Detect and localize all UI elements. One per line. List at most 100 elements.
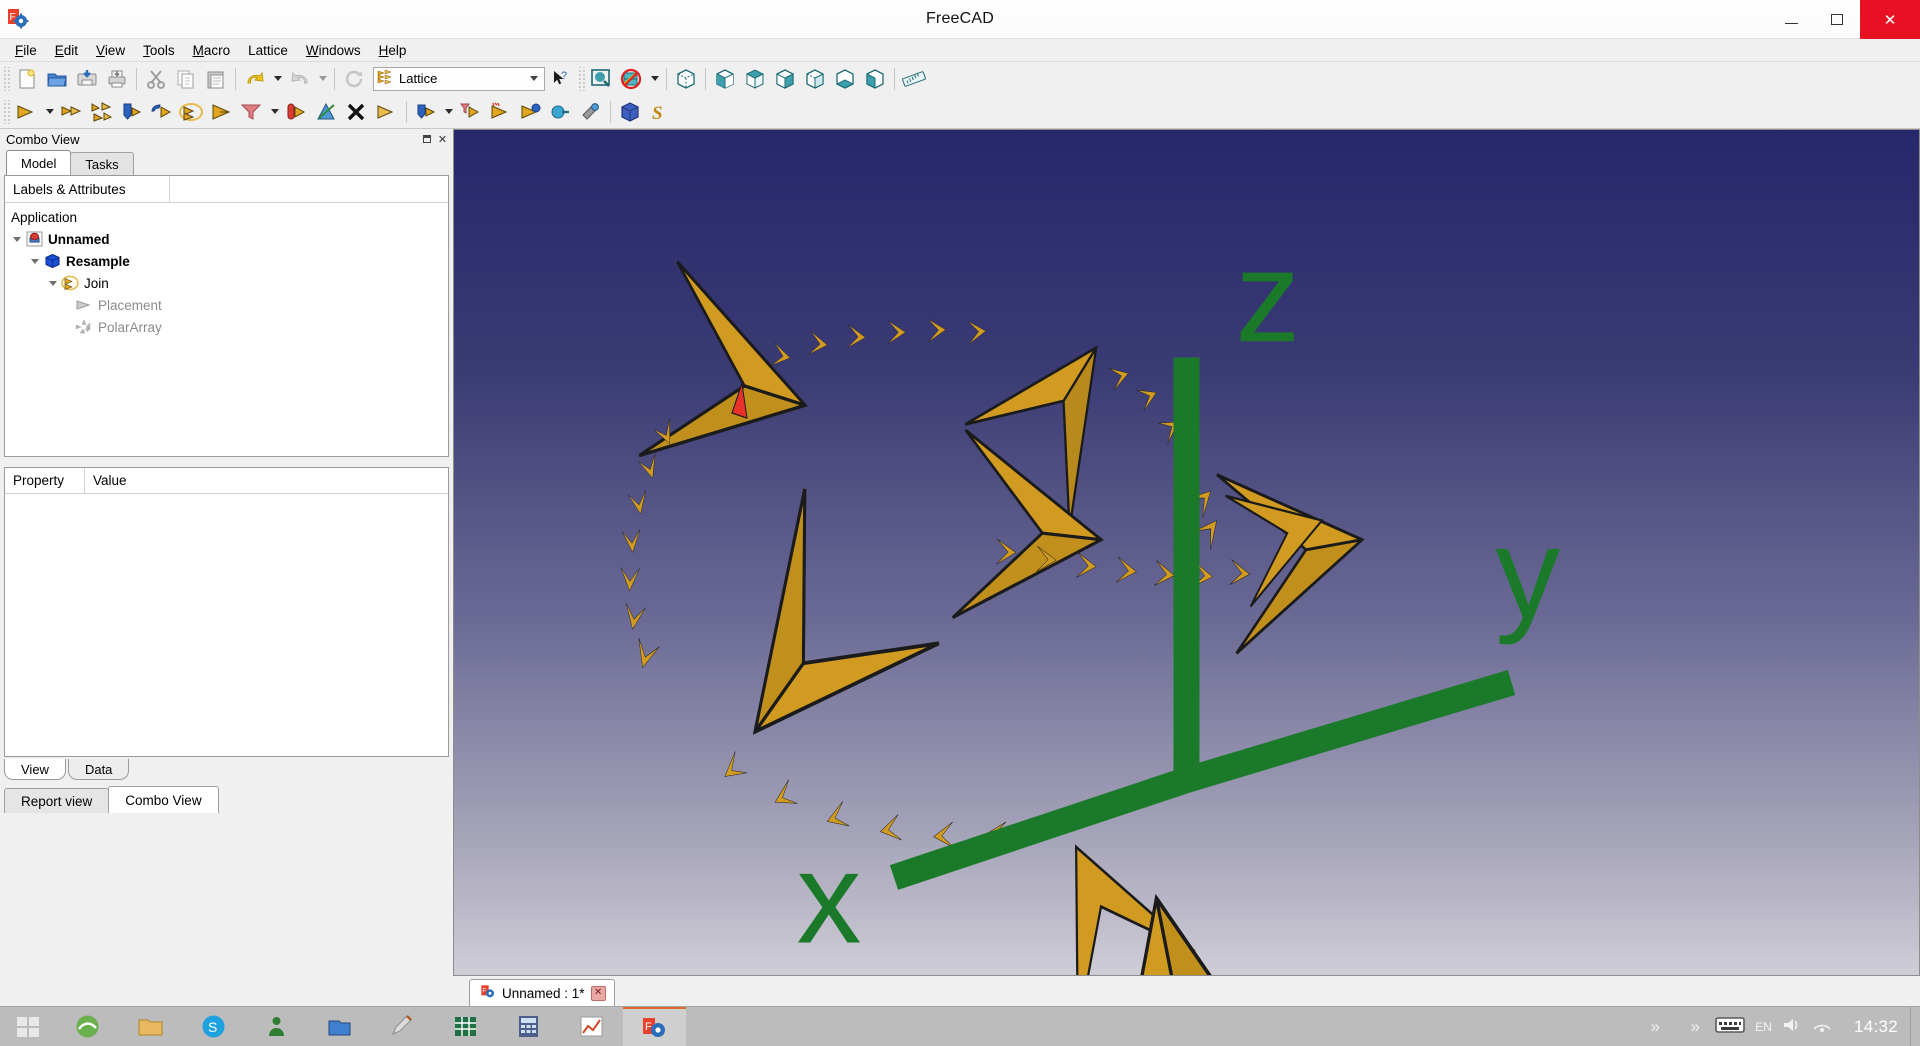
show-desktop-button[interactable] xyxy=(1910,1006,1920,1046)
restore-icon[interactable] xyxy=(420,133,433,146)
toolbar-grip[interactable] xyxy=(2,99,10,124)
new-document-icon[interactable] xyxy=(12,65,42,93)
menu-file[interactable]: File xyxy=(6,41,46,60)
cut-icon[interactable] xyxy=(141,65,171,93)
taskbar-freecad[interactable]: F xyxy=(623,1006,686,1046)
lattice-resample-icon[interactable] xyxy=(207,98,237,126)
lattice-mirror-icon[interactable] xyxy=(342,98,372,126)
lattice-attach-tool-icon[interactable] xyxy=(576,98,606,126)
lattice-filter-caret[interactable] xyxy=(267,98,282,126)
lattice-bounding-box-icon[interactable] xyxy=(486,98,516,126)
lattice-shape-info-icon[interactable] xyxy=(516,98,546,126)
chevron-down-icon[interactable] xyxy=(29,255,41,267)
paste-icon[interactable] xyxy=(201,65,231,93)
menu-view[interactable]: View xyxy=(87,41,134,60)
undo-dropdown-caret[interactable] xyxy=(270,65,285,93)
taskbar-browser[interactable] xyxy=(56,1007,119,1046)
taskbar-skype[interactable]: S xyxy=(182,1007,245,1046)
chevron-down-icon[interactable] xyxy=(530,76,538,81)
top-view-icon[interactable] xyxy=(740,65,770,93)
lattice-invert-icon[interactable] xyxy=(312,98,342,126)
menu-macro[interactable]: Macro xyxy=(184,41,240,60)
tab-report-view[interactable]: Report view xyxy=(4,788,110,813)
document-tab[interactable]: F Unnamed : 1* ✕ xyxy=(469,979,615,1006)
save-document-icon[interactable] xyxy=(72,65,102,93)
close-icon[interactable]: ✕ xyxy=(590,985,606,1001)
draw-style-icon[interactable] xyxy=(617,65,647,93)
network-icon[interactable] xyxy=(1812,1016,1832,1037)
taskbar-overflow-left[interactable]: » xyxy=(1635,1017,1675,1037)
tab-tasks[interactable]: Tasks xyxy=(70,152,134,175)
tree-item-unnamed[interactable]: Unnamed xyxy=(5,228,448,250)
refresh-icon[interactable] xyxy=(339,65,369,93)
tree-item-application[interactable]: Application xyxy=(5,206,448,228)
close-button[interactable]: ✕ xyxy=(1860,0,1920,39)
lattice-axial-array-icon[interactable] xyxy=(117,98,147,126)
tree-column-empty[interactable] xyxy=(170,176,448,202)
tab-combo-view[interactable]: Combo View xyxy=(108,786,219,813)
keyboard-icon[interactable] xyxy=(1715,1015,1746,1038)
tree-item-resample[interactable]: Resample xyxy=(5,250,448,272)
undo-icon[interactable] xyxy=(240,65,270,93)
lattice-copy-icon[interactable] xyxy=(372,98,402,126)
lattice-join-icon[interactable] xyxy=(177,98,207,126)
tab-data[interactable]: Data xyxy=(67,759,130,780)
property-rows[interactable] xyxy=(5,494,448,756)
lattice-project-icon[interactable] xyxy=(282,98,312,126)
chevron-down-icon[interactable] xyxy=(47,277,59,289)
taskbar-app-green[interactable] xyxy=(245,1007,308,1046)
taskbar-app-blue[interactable] xyxy=(308,1007,371,1046)
lattice-downgrade-caret[interactable] xyxy=(441,98,456,126)
redo-dropdown-caret[interactable] xyxy=(315,65,330,93)
right-view-icon[interactable] xyxy=(770,65,800,93)
left-view-icon[interactable] xyxy=(860,65,890,93)
measure-icon[interactable] xyxy=(899,65,929,93)
axonometric-view-icon[interactable] xyxy=(671,65,701,93)
tree-item-placement[interactable]: Placement xyxy=(5,294,448,316)
copy-icon[interactable] xyxy=(171,65,201,93)
taskbar-overflow-right[interactable]: » xyxy=(1675,1017,1715,1037)
language-indicator[interactable]: EN xyxy=(1755,1020,1772,1034)
fit-all-icon[interactable] xyxy=(587,65,617,93)
rear-view-icon[interactable] xyxy=(800,65,830,93)
toolbar-grip[interactable] xyxy=(2,66,10,91)
3d-viewport[interactable]: z y x xyxy=(453,129,1920,976)
lattice-downgrade-icon[interactable] xyxy=(411,98,441,126)
lattice-placement-icon[interactable] xyxy=(12,98,42,126)
menu-tools[interactable]: Tools xyxy=(134,41,184,60)
menu-edit[interactable]: Edit xyxy=(46,41,87,60)
minimize-button[interactable] xyxy=(1768,0,1814,39)
taskbar-excel[interactable] xyxy=(434,1007,497,1046)
front-view-icon[interactable] xyxy=(710,65,740,93)
taskbar-chart[interactable] xyxy=(560,1007,623,1046)
lattice-compound-filter-icon[interactable] xyxy=(456,98,486,126)
print-document-icon[interactable] xyxy=(102,65,132,93)
whats-this-icon[interactable]: ? xyxy=(545,65,575,93)
lattice-attach-icon[interactable] xyxy=(546,98,576,126)
taskbar-clock[interactable]: 14:32 xyxy=(1842,1017,1910,1037)
part-box-icon[interactable] xyxy=(615,98,645,126)
tree-column-labels[interactable]: Labels & Attributes xyxy=(5,176,170,202)
start-button[interactable] xyxy=(0,1007,56,1046)
workbench-selector[interactable]: Lattice xyxy=(373,66,545,91)
taskbar-folder[interactable] xyxy=(119,1007,182,1046)
tree-item-polararray[interactable]: PolarArray xyxy=(5,316,448,338)
tree-body[interactable]: Application Unnamed Resample Join Placem… xyxy=(5,203,448,456)
spreadsheet-icon[interactable]: S xyxy=(645,98,675,126)
lattice-placement-caret[interactable] xyxy=(42,98,57,126)
menu-help[interactable]: Help xyxy=(370,41,416,60)
menu-lattice[interactable]: Lattice xyxy=(239,41,297,60)
lattice-explode-icon[interactable] xyxy=(87,98,117,126)
tab-model[interactable]: Model xyxy=(6,150,72,175)
chevron-down-icon[interactable] xyxy=(11,233,23,245)
close-icon[interactable]: ✕ xyxy=(436,133,449,146)
menu-windows[interactable]: Windows xyxy=(297,41,370,60)
lattice-filter-icon[interactable] xyxy=(237,98,267,126)
taskbar-calc[interactable] xyxy=(497,1007,560,1046)
property-column-value[interactable]: Value xyxy=(85,468,448,493)
lattice-populate-icon[interactable] xyxy=(147,98,177,126)
open-document-icon[interactable] xyxy=(42,65,72,93)
tree-item-join[interactable]: Join xyxy=(5,272,448,294)
draw-style-caret[interactable] xyxy=(647,65,662,93)
taskbar-editor[interactable] xyxy=(371,1007,434,1046)
